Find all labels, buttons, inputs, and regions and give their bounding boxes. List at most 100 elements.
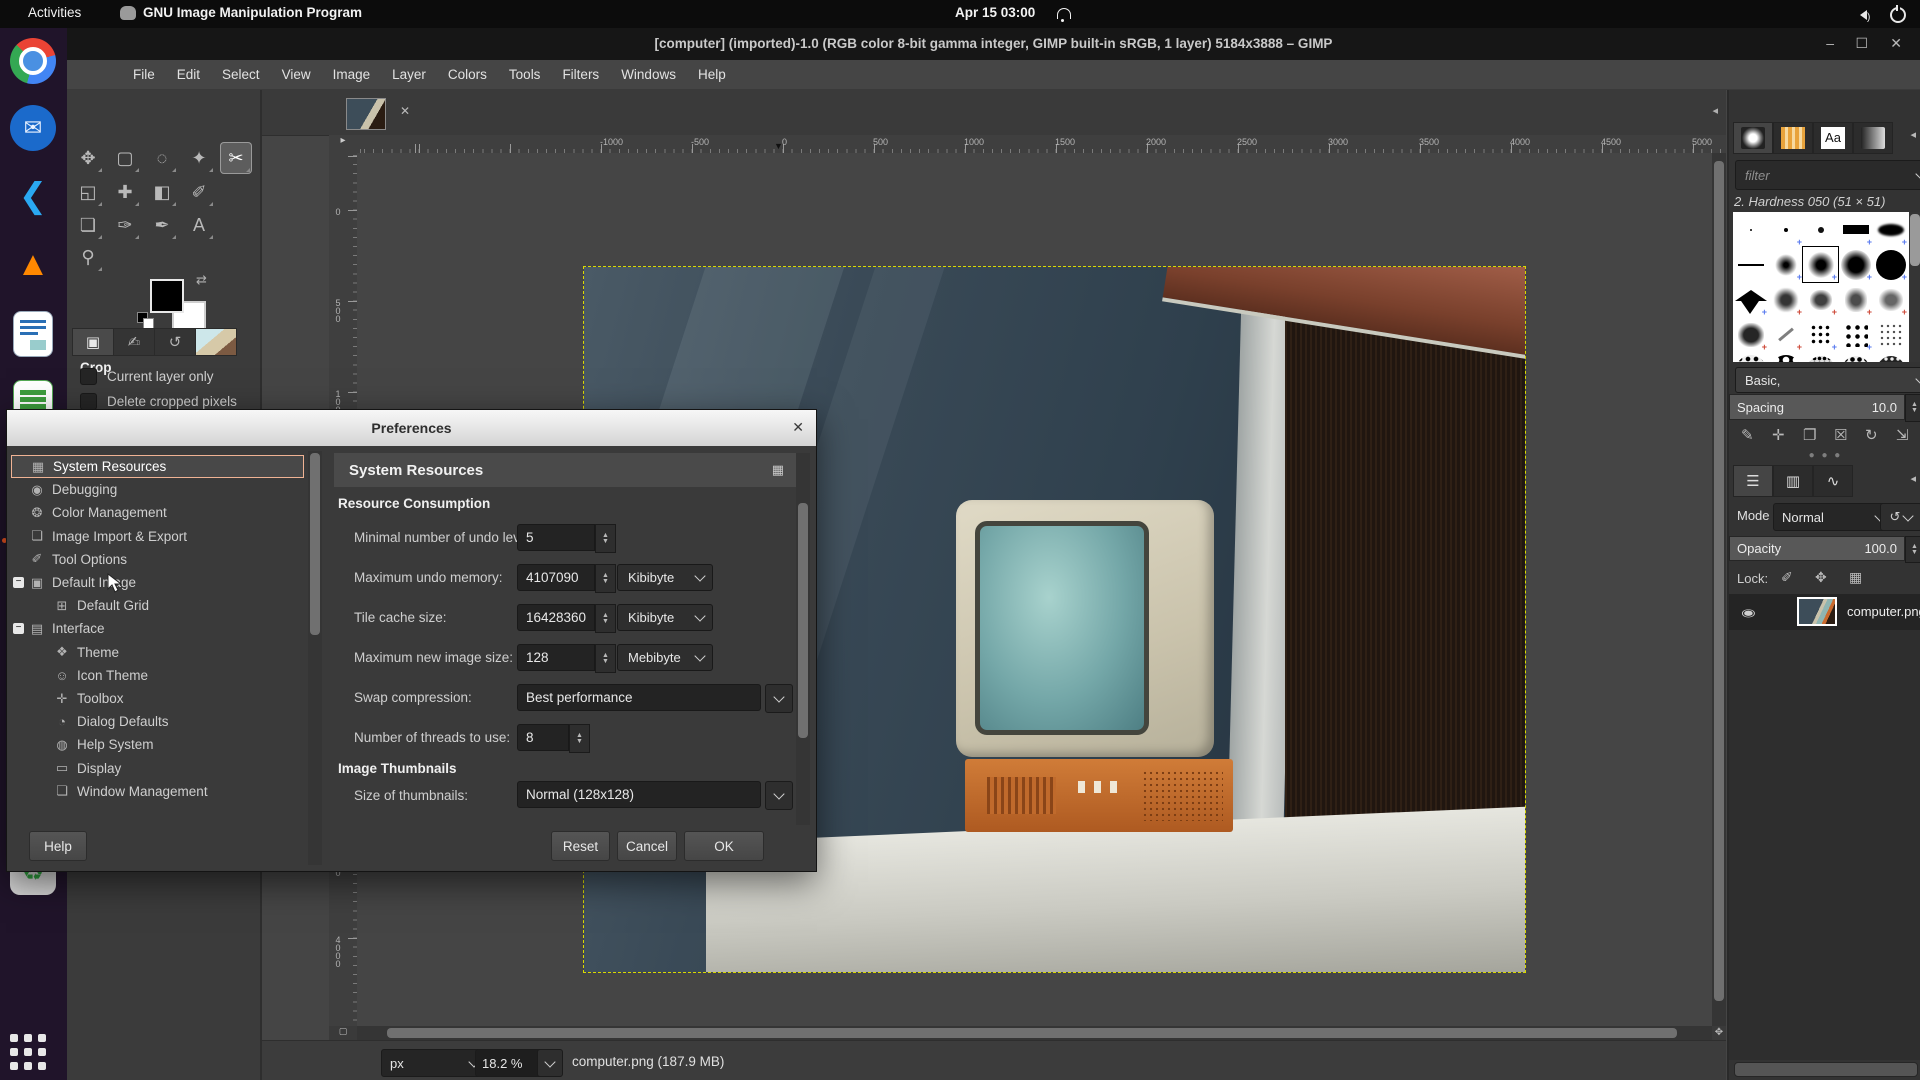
power-icon[interactable] [1890, 7, 1906, 23]
notification-bell-icon[interactable] [1057, 8, 1071, 19]
field-number-of-threads-to-use-spinner[interactable]: ▲▼ [569, 724, 590, 753]
checkbox-box[interactable] [80, 393, 97, 410]
tree-expander-icon[interactable]: − [13, 623, 24, 634]
pref-tree-interface[interactable]: ▤Interface [11, 617, 304, 640]
brush-swatch[interactable]: + [1838, 282, 1873, 317]
cancel-button[interactable]: Cancel [617, 831, 677, 861]
tool-paintbrush[interactable]: ✐ [183, 176, 215, 208]
zoom-dropdown[interactable] [537, 1049, 563, 1077]
field-number-of-threads-to-use-input[interactable]: 8 [517, 724, 569, 751]
checkbox-current-layer-only[interactable]: Current layer only [80, 368, 214, 385]
maximize-button[interactable]: ☐ [1855, 35, 1868, 52]
tab-gradients[interactable] [1853, 122, 1893, 154]
tab-tool-options[interactable]: ▣ [72, 328, 114, 356]
brush-swatch[interactable]: + [1733, 317, 1768, 352]
preferences-close-icon[interactable]: ✕ [792, 419, 804, 436]
brush-filter-input[interactable]: filter [1735, 160, 1920, 190]
tab-brushes[interactable] [1733, 122, 1773, 154]
tab-patterns[interactable] [1773, 122, 1813, 154]
unit-dropdown[interactable]: px [381, 1049, 487, 1077]
quick-mask-button[interactable]: ▢ [329, 1026, 357, 1040]
tool-bucket-fill[interactable]: ◧ [146, 176, 178, 208]
field-swap-compression-dropdown[interactable]: Best performance [517, 684, 761, 711]
menu-select[interactable]: Select [213, 63, 269, 86]
tool-clone[interactable]: ❏ [72, 209, 104, 241]
field-maximum-undo-memory-input[interactable]: 4107090 [517, 564, 595, 591]
foreground-color-swatch[interactable] [150, 279, 184, 313]
brush-swatch[interactable]: + [1768, 247, 1803, 282]
image-tab-close-icon[interactable]: ✕ [400, 104, 410, 118]
tool-free-select[interactable]: ◌ [146, 142, 178, 174]
menu-filters[interactable]: Filters [553, 63, 608, 86]
brush-swatch[interactable] [1803, 352, 1838, 362]
brush-swatch[interactable] [1733, 247, 1768, 282]
pref-tree-debugging[interactable]: ◉Debugging [11, 478, 304, 501]
pref-tree-default-image[interactable]: ▣Default Image [11, 571, 304, 594]
tool-rectangle-select[interactable]: ▢ [109, 142, 141, 174]
brush-swatch[interactable]: + [1768, 212, 1803, 247]
tool-smudge[interactable]: ✑ [109, 209, 141, 241]
thumb-size-dropdown-button[interactable] [765, 781, 793, 810]
brush-swatch[interactable]: + [1838, 247, 1873, 282]
lock-position-icon[interactable]: ✥ [1815, 569, 1827, 586]
dock-item-libreoffice-writer[interactable] [10, 311, 56, 357]
tab-device-status[interactable]: ✍ [113, 328, 155, 356]
tool-heal[interactable]: ✚ [109, 176, 141, 208]
pref-tree-window-management[interactable]: ❏Window Management [11, 780, 304, 803]
spacing-spinner[interactable]: ▲▼ [1905, 394, 1920, 422]
tree-expander-icon[interactable]: − [13, 577, 24, 588]
pref-tree-toolbox[interactable]: ✛Toolbox [11, 687, 304, 710]
dock-item-thunderbird[interactable] [10, 105, 56, 151]
horizontal-scrollbar[interactable] [357, 1026, 1712, 1040]
pref-tree-icon-theme[interactable]: ☺Icon Theme [11, 664, 304, 687]
field-maximum-new-image-size-spinner[interactable]: ▲▼ [595, 644, 616, 673]
brush-grid-scrollbar[interactable] [1909, 212, 1920, 362]
gimp-title-bar[interactable]: [computer] (imported)-1.0 (RGB color 8-b… [67, 28, 1920, 60]
layer-visibility-eye-icon[interactable]: ◉ [1741, 607, 1756, 619]
pref-tree-color-management[interactable]: ❂Color Management [11, 501, 304, 524]
menu-image[interactable]: Image [324, 63, 380, 86]
brush-swatch[interactable]: + [1803, 282, 1838, 317]
menu-layer[interactable]: Layer [383, 63, 435, 86]
new-brush-icon[interactable]: ✛ [1772, 426, 1785, 444]
channels-tab[interactable]: ▥ [1773, 465, 1813, 497]
minimize-button[interactable]: ‒ [1826, 35, 1834, 51]
tool-move[interactable]: ✥ [72, 142, 104, 174]
mode-dropdown[interactable]: Normal [1773, 503, 1893, 531]
menu-view[interactable]: View [273, 63, 320, 86]
edit-brush-icon[interactable]: ✎ [1741, 426, 1754, 444]
brush-swatch[interactable]: + [1838, 317, 1873, 352]
brush-swatch[interactable]: + [1768, 282, 1803, 317]
paths-tab[interactable]: ∿ [1813, 465, 1853, 497]
pref-tree-system-resources[interactable]: ▦System Resources [11, 455, 304, 478]
tree-scrollbar[interactable] [308, 451, 322, 865]
activities-button[interactable]: Activities [28, 5, 81, 20]
layer-name[interactable]: computer.png [1847, 604, 1920, 619]
help-button[interactable]: Help [29, 831, 87, 861]
brush-swatch[interactable]: + [1803, 317, 1838, 352]
brush-swatch[interactable] [1803, 212, 1838, 247]
field-maximum-new-image-size-unit-dropdown[interactable]: Mebibyte [617, 644, 713, 671]
brush-swatch[interactable] [1873, 317, 1908, 352]
duplicate-brush-icon[interactable]: ❐ [1803, 426, 1816, 444]
brush-grid[interactable]: ++++++++++++++++ [1733, 212, 1909, 362]
brush-swatch[interactable] [1873, 352, 1908, 362]
spacing-slider[interactable]: Spacing 10.0 [1729, 394, 1905, 420]
menu-tools[interactable]: Tools [500, 63, 550, 86]
layers-hscrollbar[interactable] [1734, 1062, 1918, 1077]
menu-file[interactable]: File [124, 63, 164, 86]
open-brush-as-image-icon[interactable]: ⇲ [1896, 426, 1909, 444]
field-maximum-new-image-size-input[interactable]: 128 [517, 644, 595, 671]
pref-tree-default-grid[interactable]: ⊞Default Grid [11, 594, 304, 617]
dock-grip[interactable]: ● ● ● [1729, 450, 1920, 461]
pref-tree-help-system[interactable]: ◍Help System [11, 733, 304, 756]
dock-item-vlc[interactable]: ▲ [10, 241, 56, 287]
layer-thumbnail[interactable] [1797, 597, 1837, 626]
layer-row[interactable]: ◉ computer.png [1729, 594, 1920, 630]
tab-fonts[interactable]: Aa [1813, 122, 1853, 154]
image-tab-thumbnail[interactable] [346, 98, 386, 130]
lock-pixels-icon[interactable]: ✐ [1781, 569, 1793, 586]
pref-tree-image-import-export[interactable]: ❏Image Import & Export [11, 525, 304, 548]
menu-help[interactable]: Help [689, 63, 735, 86]
delete-brush-icon[interactable]: ☒ [1834, 426, 1847, 444]
